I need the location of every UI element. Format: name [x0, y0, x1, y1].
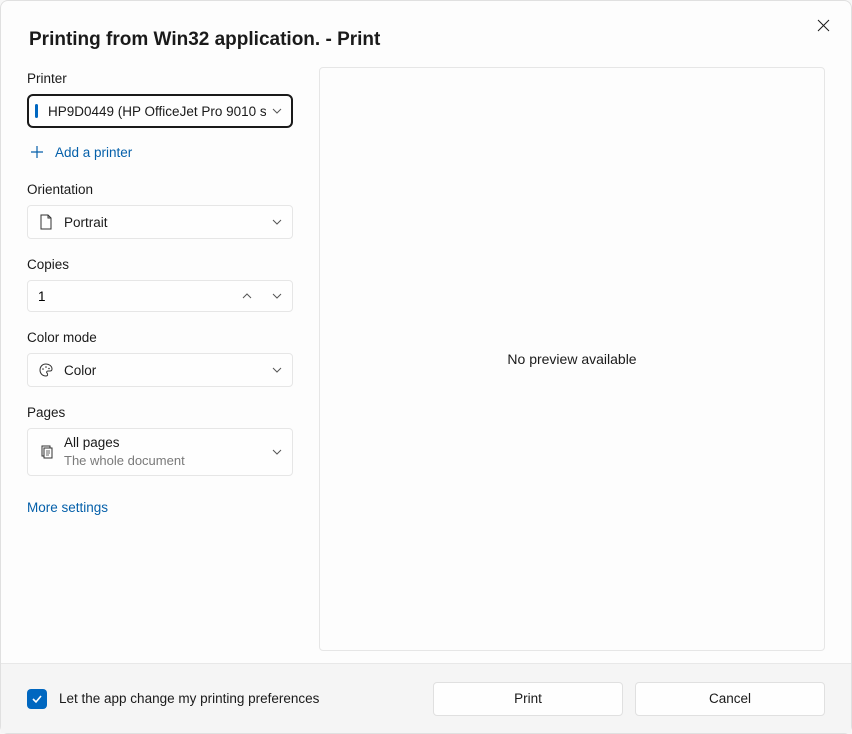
chevron-down-icon [272, 447, 282, 457]
preview-prev-button[interactable] [468, 51, 484, 53]
pages-selected-title: All pages [64, 434, 266, 452]
close-button[interactable] [809, 11, 837, 39]
dialog-title: Printing from Win32 application. - Print [29, 29, 823, 51]
chevron-up-icon [242, 291, 252, 301]
preview-area: No preview available [319, 71, 825, 651]
chevron-down-icon [272, 106, 282, 116]
color-mode-selected-value: Color [64, 363, 266, 378]
copies-spinner[interactable]: 1 [27, 280, 293, 312]
orientation-selected-value: Portrait [64, 215, 266, 230]
printer-selected-value: HP9D0449 (HP OfficeJet Pro 9010 se [48, 104, 266, 119]
color-mode-label: Color mode [27, 330, 293, 345]
pages-icon [38, 444, 54, 460]
copies-section: Copies 1 [27, 257, 293, 312]
color-mode-section: Color mode Color [27, 330, 293, 387]
preview-box: No preview available [319, 67, 825, 651]
color-mode-dropdown[interactable]: Color [27, 353, 293, 387]
orientation-section: Orientation Portrait [27, 182, 293, 239]
pages-dropdown[interactable]: All pages The whole document [27, 428, 293, 476]
portrait-icon [38, 214, 54, 230]
add-printer-label: Add a printer [55, 145, 132, 160]
add-printer-link[interactable]: Add a printer [27, 140, 293, 164]
preferences-checkbox-row: Let the app change my printing preferenc… [27, 689, 421, 709]
printer-label: Printer [27, 71, 293, 86]
printer-section: Printer HP9D0449 (HP OfficeJet Pro 9010 … [27, 71, 293, 164]
copies-decrement[interactable] [262, 281, 292, 311]
pages-section: Pages All pages The whole document [27, 405, 293, 476]
chevron-down-icon [272, 291, 282, 301]
orientation-dropdown[interactable]: Portrait [27, 205, 293, 239]
plus-icon [29, 144, 45, 160]
copies-value: 1 [28, 289, 232, 304]
chevron-down-icon [272, 365, 282, 375]
print-dialog: Printing from Win32 application. - Print… [0, 0, 852, 734]
copies-increment[interactable] [232, 281, 262, 311]
settings-sidebar: Printer HP9D0449 (HP OfficeJet Pro 9010 … [27, 71, 293, 651]
pages-label: Pages [27, 405, 293, 420]
chevron-down-icon [272, 217, 282, 227]
checkmark-icon [31, 693, 43, 705]
copies-label: Copies [27, 257, 293, 272]
printer-dropdown[interactable]: HP9D0449 (HP OfficeJet Pro 9010 se [27, 94, 293, 128]
preview-next-button[interactable] [564, 51, 580, 53]
main-content: Printer HP9D0449 (HP OfficeJet Pro 9010 … [1, 51, 851, 663]
dialog-footer: Let the app change my printing preferenc… [1, 663, 851, 733]
palette-icon [38, 362, 54, 378]
dialog-header: Printing from Win32 application. - Print [1, 1, 851, 51]
preview-fit-button[interactable] [660, 51, 676, 53]
close-icon [817, 19, 830, 32]
orientation-label: Orientation [27, 182, 293, 197]
preferences-checkbox-label: Let the app change my printing preferenc… [59, 691, 319, 706]
cancel-button[interactable]: Cancel [635, 682, 825, 716]
pages-selected-subtitle: The whole document [64, 452, 266, 470]
print-button[interactable]: Print [433, 682, 623, 716]
no-preview-text: No preview available [507, 351, 636, 367]
preferences-checkbox[interactable] [27, 689, 47, 709]
more-settings-link[interactable]: More settings [27, 498, 293, 517]
preview-nav [319, 51, 825, 59]
